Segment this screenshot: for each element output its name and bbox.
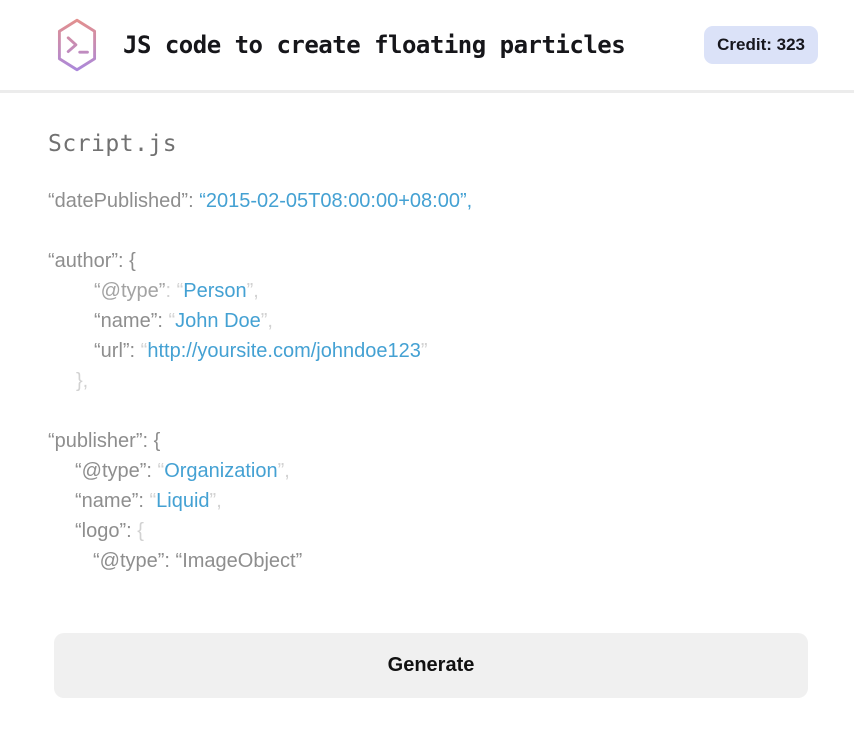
- code-segment: “name”:: [94, 310, 169, 332]
- code-line: “datePublished”: “2015-02-05T08:00:00+08…: [48, 186, 806, 216]
- code-line: “@type”: “ImageObject”: [48, 546, 806, 576]
- code-segment: “@type”:: [75, 460, 158, 482]
- filename-label: Script.js: [48, 131, 178, 157]
- code-segment: “2015-02-05T08:00:00+08:00”,: [199, 190, 473, 212]
- code-segment: “logo”:: [75, 520, 138, 542]
- code-segment: “author”: {: [48, 250, 136, 272]
- code-line: “@type”: “Person”,: [48, 276, 806, 306]
- code-segment: “datePublished”:: [48, 190, 200, 212]
- code-segment: Person: [183, 280, 247, 302]
- code-segment: Organization: [164, 460, 278, 482]
- credit-badge: Credit: 323: [704, 26, 818, 64]
- header: JS code to create floating particles Cre…: [0, 0, 854, 93]
- code-line: },: [48, 366, 806, 396]
- page-title: JS code to create floating particles: [123, 31, 626, 59]
- code-line: “@type”: “Organization”,: [48, 456, 806, 486]
- code-segment: ”,: [260, 310, 273, 332]
- code-segment: },: [76, 370, 89, 392]
- code-segment: “url”:: [94, 340, 141, 362]
- app-window: JS code to create floating particles Cre…: [0, 0, 854, 698]
- code-segment: “@type”: [94, 280, 166, 302]
- code-segment: http://yoursite.com/johndoe123: [147, 340, 421, 362]
- code-segment: “publisher”: {: [48, 430, 161, 452]
- code-line: “url”: “http://yoursite.com/johndoe123”: [48, 336, 806, 366]
- code-line: “publisher”: {: [48, 426, 806, 456]
- code-segment: ”,: [246, 280, 259, 302]
- code-line: “name”: “John Doe”,: [48, 306, 806, 336]
- code-segment: John Doe: [175, 310, 261, 332]
- main-content: Script.js “datePublished”: “2015-02-05T0…: [0, 131, 854, 698]
- code-segment: :: [165, 280, 177, 302]
- code-segment: “@type”: “ImageObject”: [93, 550, 303, 572]
- code-line: “author”: {: [48, 246, 806, 276]
- code-line: “logo”: {: [48, 516, 806, 546]
- code-segment: “name”:: [75, 490, 150, 512]
- generate-button[interactable]: Generate: [54, 633, 808, 698]
- code-segment: {: [137, 520, 144, 542]
- code-block: “datePublished”: “2015-02-05T08:00:00+08…: [48, 186, 806, 576]
- code-line: “name”: “Liquid”,: [48, 486, 806, 516]
- code-segment: Liquid: [156, 490, 210, 512]
- code-segment: ”: [420, 340, 428, 362]
- code-segment: ”,: [209, 490, 222, 512]
- terminal-logo-icon: [55, 17, 99, 73]
- code-segment: ”,: [277, 460, 290, 482]
